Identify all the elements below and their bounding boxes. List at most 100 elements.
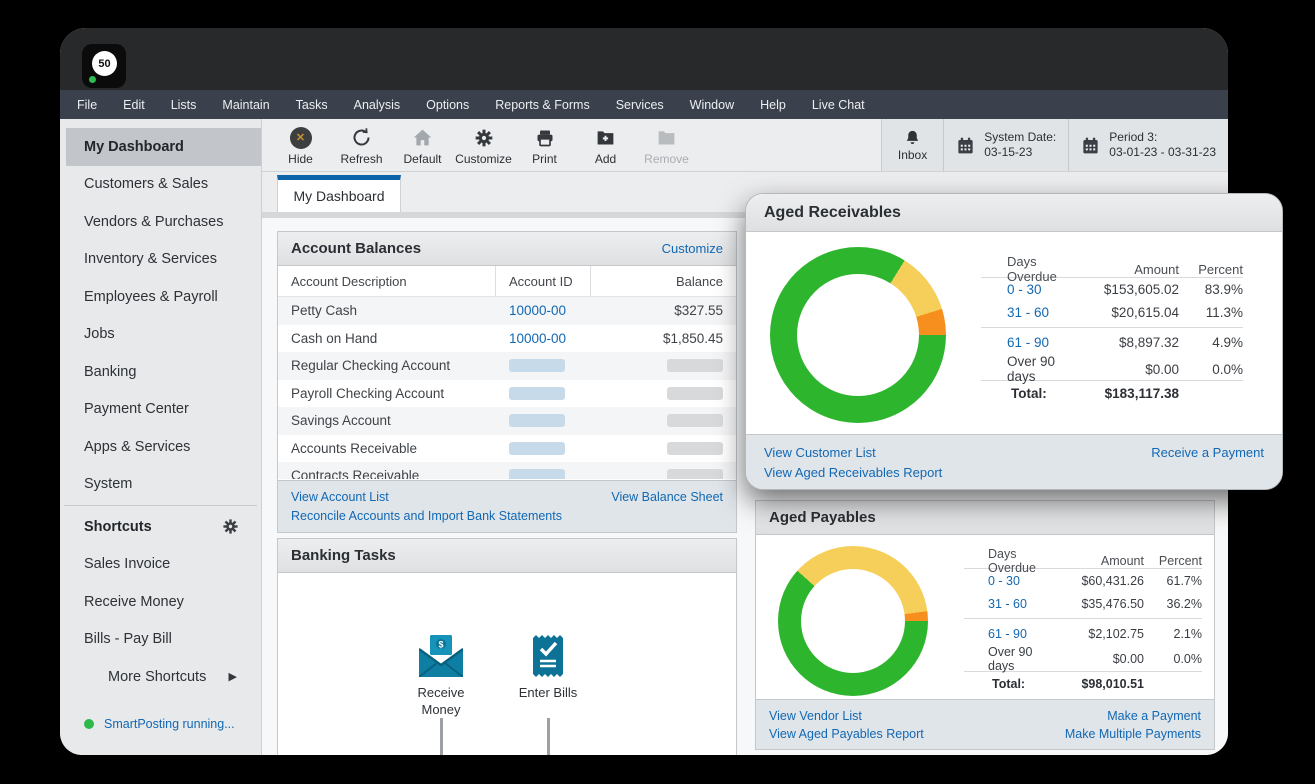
range-link[interactable]: 0 - 30 [1007, 282, 1067, 297]
add-button[interactable]: Add [575, 119, 636, 172]
account-id-link[interactable]: 10000-00 [496, 297, 591, 325]
menu-live-chat[interactable]: Live Chat [812, 98, 865, 112]
sidebar-item-vendors-purchases[interactable]: Vendors & Purchases [60, 203, 261, 241]
default-label: Default [403, 152, 441, 166]
menu-reports-forms[interactable]: Reports & Forms [495, 98, 589, 112]
inbox-button[interactable]: Inbox [881, 119, 943, 171]
menu-file[interactable]: File [77, 98, 97, 112]
view-balance-sheet-link[interactable]: View Balance Sheet [611, 488, 723, 507]
sidebar-shortcuts-header: Shortcuts [60, 508, 261, 546]
view-customer-list-link[interactable]: View Customer List [764, 443, 876, 463]
sidebar-item-payment-center[interactable]: Payment Center [60, 391, 261, 429]
menu-options[interactable]: Options [426, 98, 469, 112]
smartposting-status[interactable]: SmartPosting running... [84, 717, 235, 731]
sidebar-item-banking[interactable]: Banking [60, 353, 261, 391]
donut-hole [797, 274, 919, 396]
range-link[interactable]: 61 - 90 [1007, 335, 1067, 350]
legend-amount: $0.00 [1044, 652, 1144, 666]
sidebar-item-my-dashboard[interactable]: My Dashboard [66, 128, 261, 166]
legend-amount: $8,897.32 [1067, 335, 1179, 350]
shortcut-bills-pay-bill[interactable]: Bills - Pay Bill [60, 621, 261, 659]
receive-money-icon: $ [419, 635, 463, 677]
hidden-value-placeholder [509, 414, 565, 427]
menu-bar: File Edit Lists Maintain Tasks Analysis … [60, 90, 1228, 119]
legend-percent: 36.2% [1144, 597, 1202, 611]
calendar-icon [956, 136, 975, 155]
aged-payables-title: Aged Payables [769, 509, 876, 526]
make-multiple-payments-link[interactable]: Make Multiple Payments [1065, 725, 1201, 743]
legend-col-days-overdue: Days Overdue [988, 547, 1044, 575]
hidden-value-placeholder [667, 387, 723, 400]
menu-window[interactable]: Window [690, 98, 734, 112]
bell-icon [904, 129, 921, 147]
window-titlebar: 50 [60, 28, 1228, 90]
range-link[interactable]: 31 - 60 [1007, 305, 1067, 320]
print-button[interactable]: Print [514, 119, 575, 172]
account-description: Contracts Receivable [278, 462, 496, 479]
hidden-value-placeholder [667, 414, 723, 427]
account-description: Cash on Hand [278, 325, 496, 353]
refresh-icon [351, 126, 372, 150]
hide-icon: ✕ [290, 127, 312, 149]
receive-a-payment-link[interactable]: Receive a Payment [1151, 443, 1264, 463]
view-aged-payables-report-link[interactable]: View Aged Payables Report [769, 725, 924, 743]
tab-my-dashboard[interactable]: My Dashboard [277, 175, 401, 212]
legend-total-row: Total: $183,117.38 [981, 386, 1243, 401]
shortcut-receive-money[interactable]: Receive Money [60, 583, 261, 621]
system-date-section[interactable]: System Date: 03-15-23 [943, 119, 1068, 171]
legend-col-percent: Percent [1144, 554, 1202, 568]
sidebar-item-jobs[interactable]: Jobs [60, 316, 261, 354]
menu-maintain[interactable]: Maintain [222, 98, 269, 112]
menu-help[interactable]: Help [760, 98, 786, 112]
shortcut-sales-invoice[interactable]: Sales Invoice [60, 546, 261, 584]
more-shortcuts-button[interactable]: More Shortcuts ▶ [60, 658, 261, 696]
account-id-link[interactable]: 10000-00 [496, 325, 591, 353]
legend-row: 31 - 60 $35,476.50 36.2% [964, 592, 1202, 615]
range-link[interactable]: 31 - 60 [988, 597, 1044, 611]
hide-label: Hide [288, 152, 313, 166]
view-account-list-link[interactable]: View Account List [291, 488, 389, 507]
sidebar-item-customers-sales[interactable]: Customers & Sales [60, 166, 261, 204]
banking-tasks-panel: Banking Tasks $ R [277, 538, 737, 755]
range-link[interactable]: 61 - 90 [988, 627, 1044, 641]
home-icon [412, 126, 433, 150]
default-button[interactable]: Default [392, 119, 453, 172]
sidebar-item-employees-payroll[interactable]: Employees & Payroll [60, 278, 261, 316]
range-link[interactable]: 0 - 30 [988, 574, 1044, 588]
receive-money-task[interactable]: $ Receive Money [386, 635, 496, 718]
refresh-button[interactable]: Refresh [331, 119, 392, 172]
hide-button[interactable]: ✕ Hide [270, 119, 331, 172]
legend-amount: $35,476.50 [1044, 597, 1144, 611]
total-label: Total: [988, 677, 1044, 691]
menu-tasks[interactable]: Tasks [296, 98, 328, 112]
make-a-payment-link[interactable]: Make a Payment [1107, 707, 1201, 725]
flow-arrow-down [434, 718, 448, 755]
smartposting-label: SmartPosting running... [104, 717, 235, 731]
customize-button[interactable]: Customize [453, 119, 514, 172]
col-account-description: Account Description [278, 266, 496, 296]
account-description: Regular Checking Account [278, 352, 496, 380]
account-balances-footer: View Account List View Balance Sheet Rec… [278, 480, 736, 532]
customize-link[interactable]: Customize [662, 241, 723, 256]
legend-row: Over 90 days $0.00 0.0% [981, 354, 1243, 377]
sidebar-item-system[interactable]: System [60, 466, 261, 504]
gear-icon[interactable] [222, 518, 239, 535]
system-date-label: System Date: [984, 130, 1056, 145]
aged-receivables-header: Aged Receivables [746, 194, 1282, 232]
banking-tasks-body: $ Receive Money [278, 573, 736, 755]
legend-row: Over 90 days $0.00 0.0% [964, 645, 1202, 668]
reconcile-accounts-link[interactable]: Reconcile Accounts and Import Bank State… [291, 507, 562, 526]
total-label: Total: [1007, 386, 1067, 401]
menu-analysis[interactable]: Analysis [354, 98, 401, 112]
view-aged-receivables-report-link[interactable]: View Aged Receivables Report [764, 463, 942, 483]
view-vendor-list-link[interactable]: View Vendor List [769, 707, 862, 725]
period-section[interactable]: Period 3: 03-01-23 - 03-31-23 [1068, 119, 1228, 171]
menu-services[interactable]: Services [616, 98, 664, 112]
enter-bills-task[interactable]: Enter Bills [493, 635, 603, 701]
folder-icon [656, 126, 677, 150]
menu-lists[interactable]: Lists [171, 98, 197, 112]
sidebar-item-apps-services[interactable]: Apps & Services [60, 428, 261, 466]
menu-edit[interactable]: Edit [123, 98, 145, 112]
sidebar-item-inventory-services[interactable]: Inventory & Services [60, 241, 261, 279]
table-row: Contracts Receivable [278, 462, 736, 479]
